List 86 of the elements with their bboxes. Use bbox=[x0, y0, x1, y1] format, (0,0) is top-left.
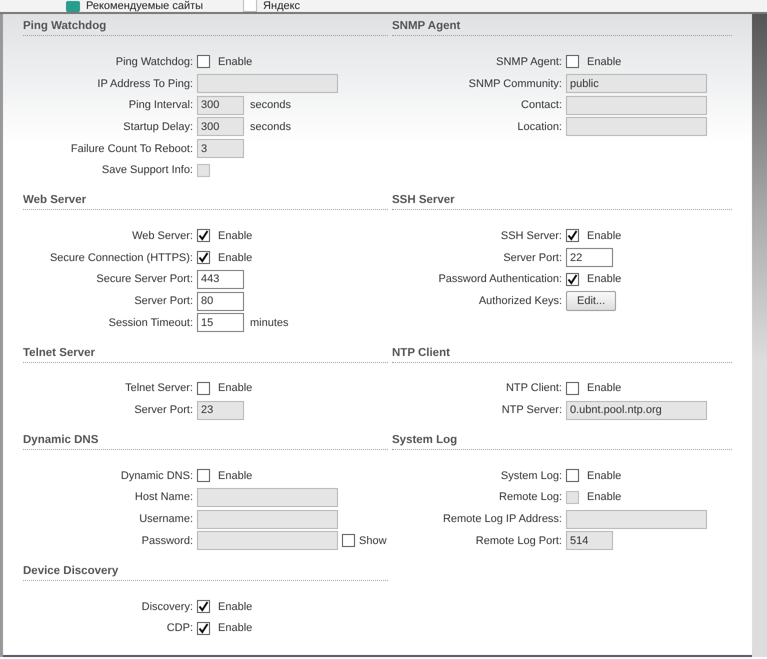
checkbox[interactable] bbox=[197, 600, 210, 614]
checkmark-icon bbox=[198, 252, 209, 264]
field-label: Session Timeout: bbox=[108, 316, 194, 329]
checkbox[interactable] bbox=[197, 622, 210, 635]
field-label: Remote Log IP Address: bbox=[442, 513, 563, 526]
text-field[interactable]: 80 bbox=[197, 292, 244, 311]
unit-label: minutes bbox=[250, 316, 289, 329]
field-label: Remote Log Port: bbox=[474, 534, 563, 547]
text-field[interactable]: 15 bbox=[197, 313, 244, 332]
checkbox-label: Enable bbox=[218, 600, 252, 613]
checkbox-label: Enable bbox=[218, 622, 252, 634]
section-title: NTP Client bbox=[392, 346, 732, 363]
field-label: SSH Server: bbox=[500, 230, 563, 242]
unit-label: seconds bbox=[250, 120, 291, 133]
field-label: Ping Watchdog: bbox=[114, 56, 194, 68]
checkbox-label: Enable bbox=[218, 252, 252, 264]
field-label: Server Port: bbox=[502, 252, 563, 264]
checkbox[interactable] bbox=[197, 251, 210, 264]
field-label: Startup Delay: bbox=[122, 120, 194, 133]
checkbox-label: Enable bbox=[587, 470, 622, 482]
section-title: SNMP Agent bbox=[392, 20, 732, 36]
field-label: Password Authentication: bbox=[437, 273, 563, 286]
field-label: Dynamic DNS: bbox=[120, 470, 194, 482]
field-label: Authorized Keys: bbox=[478, 295, 563, 308]
checkbox-label: Enable bbox=[218, 230, 252, 242]
field-label: Discovery: bbox=[140, 600, 194, 613]
field-label: Server Port: bbox=[133, 295, 194, 308]
field-label: Server Port: bbox=[133, 404, 194, 416]
checkmark-icon bbox=[567, 274, 578, 285]
section-title: Dynamic DNS bbox=[23, 434, 388, 450]
section-title: Ping Watchdog bbox=[23, 20, 388, 36]
field-label: Ping Interval: bbox=[128, 99, 194, 112]
edit-button[interactable]: Edit... bbox=[566, 291, 616, 312]
checkmark-icon bbox=[567, 230, 578, 242]
checkbox[interactable] bbox=[566, 229, 579, 242]
checkbox-label: Show bbox=[359, 534, 387, 547]
field-label: CDP: bbox=[166, 622, 194, 634]
checkbox[interactable] bbox=[197, 469, 210, 482]
field-label: Telnet Server: bbox=[124, 382, 194, 394]
checkbox-label: Enable bbox=[218, 382, 252, 394]
field-label: IP Address To Ping: bbox=[96, 78, 194, 90]
checkmark-icon bbox=[198, 622, 209, 634]
section-title: System Log bbox=[392, 434, 732, 450]
unit-label: seconds bbox=[250, 99, 291, 112]
field-label: Failure Count To Reboot: bbox=[70, 142, 194, 155]
field-label: Remote Log: bbox=[498, 491, 563, 504]
field-label: NTP Server: bbox=[500, 404, 563, 416]
checkmark-icon bbox=[198, 230, 209, 242]
bookmark-icon bbox=[66, 0, 80, 12]
text-field[interactable]: 443 bbox=[197, 270, 244, 289]
bookmark-link[interactable]: Яндекс bbox=[263, 0, 300, 12]
field-label: Location: bbox=[516, 120, 563, 133]
checkbox-label: Enable bbox=[587, 273, 622, 286]
checkmark-icon bbox=[198, 601, 209, 612]
checkbox-label: Enable bbox=[587, 491, 622, 504]
field-label: Password: bbox=[140, 534, 194, 547]
checkbox[interactable] bbox=[197, 55, 210, 68]
checkbox[interactable] bbox=[566, 272, 579, 286]
section-title: Device Discovery bbox=[23, 564, 388, 581]
field-label: Host Name: bbox=[134, 491, 194, 504]
field-label: Contact: bbox=[520, 99, 563, 112]
field-label: Username: bbox=[138, 513, 194, 526]
checkbox[interactable] bbox=[566, 469, 579, 482]
field-label: Secure Connection (HTTPS): bbox=[48, 252, 194, 264]
field-label: Secure Server Port: bbox=[95, 273, 194, 286]
text-field[interactable]: 22 bbox=[566, 248, 613, 268]
field-label: Save Support Info: bbox=[100, 164, 194, 176]
checkbox-label: Enable bbox=[218, 470, 252, 482]
checkbox-label: Enable bbox=[587, 56, 622, 68]
section-title: SSH Server bbox=[392, 194, 732, 210]
field-label: SNMP Community: bbox=[468, 78, 563, 90]
checkbox[interactable] bbox=[566, 55, 579, 68]
checkbox-label: Enable bbox=[218, 56, 252, 68]
section-title: Web Server bbox=[23, 194, 388, 210]
section-title: Telnet Server bbox=[23, 346, 388, 363]
checkbox[interactable] bbox=[197, 382, 210, 395]
field-label: System Log: bbox=[500, 470, 563, 482]
checkbox[interactable] bbox=[566, 382, 579, 395]
checkbox[interactable] bbox=[197, 229, 210, 242]
field-label: Web Server: bbox=[131, 230, 194, 242]
bookmark-link[interactable]: Рекомендуемые сайты bbox=[86, 0, 204, 12]
field-label: NTP Client: bbox=[504, 382, 563, 394]
field-label: SNMP Agent: bbox=[495, 56, 563, 68]
scrollbar[interactable] bbox=[752, 14, 767, 657]
checkbox-label: Enable bbox=[587, 382, 622, 394]
checkbox-label: Enable bbox=[587, 230, 622, 242]
